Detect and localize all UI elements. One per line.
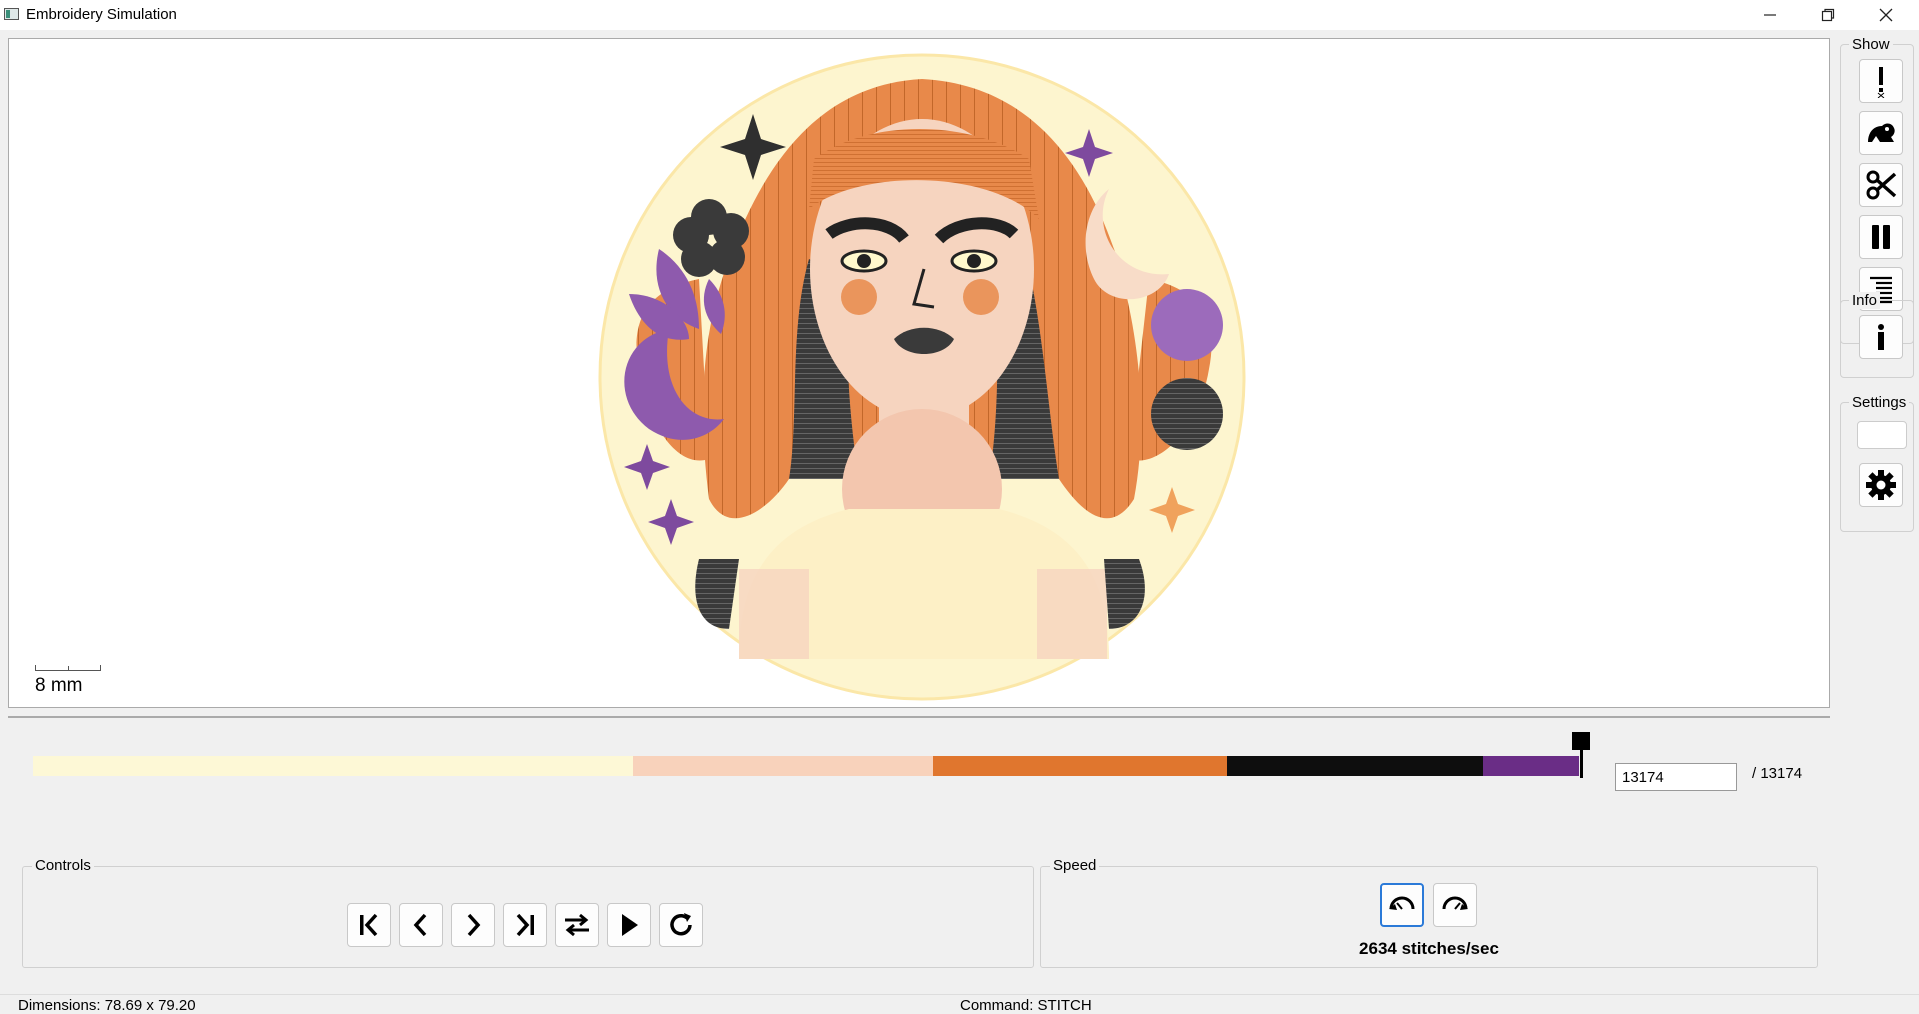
color-timeline[interactable] [33, 756, 1579, 776]
pause-icon [1872, 225, 1890, 249]
settings-field[interactable] [1857, 421, 1907, 449]
settings-button[interactable] [1859, 463, 1903, 507]
restore-icon [1821, 8, 1835, 22]
info-group-title: Info [1849, 292, 1881, 309]
scale-bar: 8 mm [35, 665, 101, 697]
controls-title: Controls [32, 857, 94, 874]
show-stops-button[interactable] [1859, 215, 1903, 259]
settings-group: Settings [1840, 394, 1914, 532]
skip-to-start-button[interactable] [347, 903, 391, 947]
show-group-title: Show [1849, 36, 1893, 53]
design-dark-circle [1151, 378, 1223, 450]
current-stitch-input[interactable] [1615, 763, 1737, 791]
color-block [1483, 756, 1579, 776]
step-back-icon [413, 913, 427, 937]
swap-direction-button[interactable] [555, 903, 599, 947]
dimensions-status: Dimensions: 78.69 x 79.20 [18, 997, 196, 1014]
status-bar: Dimensions: 78.69 x 79.20 Command: STITC… [0, 994, 1919, 1014]
title-bar: Embroidery Simulation [0, 0, 1919, 30]
close-button[interactable] [1858, 0, 1914, 30]
info-icon [1878, 324, 1884, 350]
scale-label: 8 mm [35, 675, 83, 696]
slow-down-icon [1389, 896, 1415, 910]
color-block [1226, 756, 1484, 776]
slow-down-button[interactable] [1380, 883, 1424, 927]
skip-to-end-button[interactable] [503, 903, 547, 947]
timeline-handle[interactable] [1572, 732, 1590, 750]
frog-icon [1868, 123, 1895, 142]
speed-group: Speed 2634 stitches/sec [1040, 857, 1818, 968]
scale-ruler [35, 665, 101, 671]
info-group: Info [1840, 292, 1914, 378]
design-purple-circle [1151, 289, 1223, 361]
speed-title: Speed [1050, 857, 1100, 874]
speed-up-button[interactable] [1433, 883, 1477, 927]
speed-up-icon [1442, 896, 1468, 910]
embroidery-canvas[interactable]: 8 mm [8, 38, 1830, 708]
skip-to-start-icon [360, 913, 378, 937]
swap-direction-icon [565, 913, 589, 937]
timeline-handle-stem[interactable] [1580, 748, 1583, 778]
scissors-icon [1866, 170, 1897, 200]
step-forward-button[interactable] [451, 903, 495, 947]
show-trims-button[interactable] [1859, 163, 1903, 207]
app-icon [4, 8, 19, 20]
reload-button[interactable] [659, 903, 703, 947]
speed-value: 2634 stitches/sec [1359, 939, 1499, 958]
side-panel: Show Info Settings [1836, 30, 1919, 990]
step-forward-icon [467, 913, 481, 937]
restore-button[interactable] [1800, 0, 1856, 30]
color-block [932, 756, 1227, 776]
play-button[interactable] [607, 903, 651, 947]
total-stitches-label: / 13174 [1752, 765, 1803, 782]
warning-icon [1877, 67, 1885, 98]
minimize-button[interactable] [1742, 0, 1798, 30]
command-status: Command: STITCH [960, 997, 1092, 1014]
window-title: Embroidery Simulation [26, 6, 177, 23]
controls-group: Controls [22, 857, 1034, 968]
settings-group-title: Settings [1849, 394, 1910, 411]
gear-icon [1866, 470, 1896, 500]
embroidery-design [598, 53, 1246, 701]
color-block [632, 756, 933, 776]
step-back-button[interactable] [399, 903, 443, 947]
skip-to-end-icon [516, 913, 534, 937]
show-frog-button[interactable] [1859, 111, 1903, 155]
info-button[interactable] [1859, 315, 1903, 359]
show-jumps-button[interactable] [1859, 59, 1903, 103]
reload-icon [670, 913, 692, 936]
color-block [33, 756, 633, 776]
close-icon [1879, 8, 1893, 22]
play-icon [622, 914, 638, 936]
minimize-icon [1764, 14, 1776, 16]
